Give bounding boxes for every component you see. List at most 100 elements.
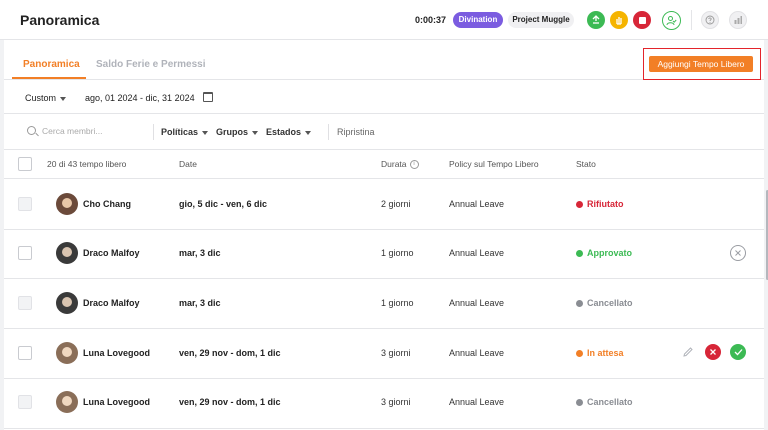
stats-button[interactable] [729, 11, 747, 29]
avatar [56, 242, 78, 264]
status-badge: Cancellato [576, 298, 633, 308]
duration-header-label: Durata [381, 159, 407, 169]
date-range[interactable]: ago, 01 2024 - dic, 31 2024 [85, 93, 195, 103]
switch-icon [592, 15, 600, 24]
main-panel: Panoramica Saldo Ferie e Permessi Aggiun… [4, 40, 768, 430]
user-check-icon [666, 16, 677, 26]
toolbar-divider [691, 10, 692, 30]
member-name[interactable]: Draco Malfoy [83, 248, 140, 258]
hand-icon [616, 17, 622, 25]
policy-header[interactable]: Policy sul Tempo Libero [449, 159, 539, 169]
status-label: Rifiutato [587, 199, 624, 209]
policies-filter-label: Políticas [161, 127, 199, 137]
states-filter-label: Estados [266, 127, 302, 137]
page-title: Panoramica [20, 12, 100, 28]
add-time-off-button[interactable]: Aggiungi Tempo Libero [649, 56, 753, 72]
leave-policy: Annual Leave [449, 348, 505, 358]
pending-icon [576, 349, 583, 357]
row-checkbox [18, 395, 32, 409]
member-name[interactable]: Luna Lovegood [83, 397, 150, 407]
timer: 0:00:37 [415, 15, 447, 25]
avatar [56, 342, 78, 364]
status-header[interactable]: Stato [576, 159, 596, 169]
reject-leave-button[interactable] [705, 344, 721, 360]
calendar-icon[interactable] [203, 92, 213, 102]
status-label: Approvato [587, 248, 632, 258]
stop-timer-button[interactable] [633, 11, 651, 29]
caret-down-icon [202, 130, 209, 135]
active-tab-indicator [12, 77, 86, 79]
stop-icon [638, 16, 646, 24]
leave-policy: Annual Leave [449, 298, 505, 308]
leave-policy: Annual Leave [449, 397, 505, 407]
break-button[interactable] [610, 11, 628, 29]
top-bar: Panoramica 0:00:37 Divination Project Mu… [0, 0, 768, 40]
leave-policy: Annual Leave [449, 199, 505, 209]
status-label: In attesa [587, 348, 624, 358]
project-name[interactable]: Project Muggle [508, 12, 574, 28]
stats-icon [734, 16, 742, 24]
status-badge: Cancellato [576, 397, 633, 407]
leave-dates: mar, 3 dic [179, 248, 221, 258]
reject-icon [710, 349, 716, 355]
search-input[interactable] [42, 124, 142, 138]
avatar [56, 193, 78, 215]
date-header[interactable]: Date [179, 159, 197, 169]
caret-down-icon [305, 130, 312, 135]
avatar [56, 391, 78, 413]
row-checkbox[interactable] [18, 346, 32, 360]
cancelled-icon [576, 398, 583, 406]
leave-dates: ven, 29 nov - dom, 1 dic [179, 397, 281, 407]
row-checkbox [18, 197, 32, 211]
reset-filters-button[interactable]: Ripristina [337, 127, 375, 137]
leave-duration: 3 giorni [381, 397, 411, 407]
groups-filter[interactable]: Grupos [216, 127, 259, 137]
caret-down-icon [252, 130, 259, 135]
tab-saldo-ferie[interactable]: Saldo Ferie e Permessi [96, 59, 206, 70]
approve-icon [734, 349, 742, 356]
edit-icon [683, 347, 693, 357]
policies-filter[interactable]: Políticas [161, 127, 209, 137]
help-icon [705, 15, 715, 25]
cancel-circle-icon [735, 250, 741, 256]
member-name[interactable]: Cho Chang [83, 199, 131, 209]
edit-leave-button[interactable] [680, 344, 696, 360]
info-icon[interactable]: i [409, 160, 419, 170]
member-name[interactable]: Luna Lovegood [83, 348, 150, 358]
date-preset-select[interactable]: Custom [25, 93, 67, 103]
member-name[interactable]: Draco Malfoy [83, 298, 140, 308]
project-tag[interactable]: Divination [453, 12, 503, 28]
avatar [56, 292, 78, 314]
cancel-leave-button[interactable] [730, 245, 746, 261]
count-header: 20 di 43 tempo libero [47, 159, 127, 169]
duration-header[interactable]: Durata i [381, 159, 419, 170]
search-icon [27, 126, 36, 135]
status-label: Cancellato [587, 397, 633, 407]
leave-duration: 3 giorni [381, 348, 411, 358]
status-badge: Rifiutato [576, 199, 624, 209]
row-checkbox[interactable] [18, 246, 32, 260]
filter-divider [153, 124, 154, 140]
leave-dates: ven, 29 nov - dom, 1 dic [179, 348, 281, 358]
leave-dates: mar, 3 dic [179, 298, 221, 308]
user-status-button[interactable] [662, 11, 681, 30]
groups-filter-label: Grupos [216, 127, 249, 137]
row-checkbox [18, 296, 32, 310]
switch-task-button[interactable] [587, 11, 605, 29]
tab-panoramica[interactable]: Panoramica [23, 59, 80, 70]
leave-duration: 1 giorno [381, 298, 414, 308]
date-preset-label: Custom [25, 93, 57, 103]
status-badge: Approvato [576, 248, 632, 258]
approved-icon [576, 249, 583, 257]
help-button[interactable] [701, 11, 719, 29]
status-label: Cancellato [587, 298, 633, 308]
leave-duration: 2 giorni [381, 199, 411, 209]
leave-policy: Annual Leave [449, 248, 505, 258]
select-all-checkbox[interactable] [18, 157, 32, 171]
status-badge: In attesa [576, 348, 624, 358]
filter-divider [328, 124, 329, 140]
leave-dates: gio, 5 dic - ven, 6 dic [179, 199, 268, 209]
states-filter[interactable]: Estados [266, 127, 312, 137]
approve-leave-button[interactable] [730, 344, 746, 360]
cancelled-icon [576, 299, 583, 307]
